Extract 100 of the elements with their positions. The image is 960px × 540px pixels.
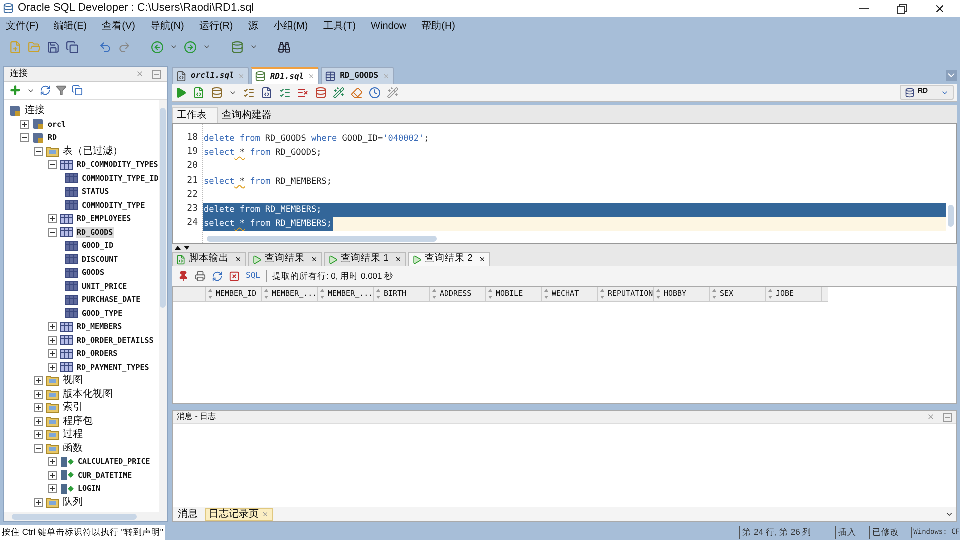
- expand-icon[interactable]: [34, 498, 43, 507]
- collapse-icon[interactable]: [48, 228, 57, 237]
- result-tab[interactable]: 查询结果: [248, 252, 322, 266]
- run-icon[interactable]: [175, 86, 187, 98]
- collapse-icon[interactable]: [34, 444, 43, 453]
- folder-icon: [46, 375, 59, 386]
- tree-item[interactable]: 过程: [62, 427, 84, 442]
- expand-icon[interactable]: [34, 376, 43, 386]
- clear-icon[interactable]: [351, 86, 363, 98]
- close-icon[interactable]: [927, 413, 935, 421]
- database-icon: [905, 88, 915, 98]
- menu-item[interactable]: 文件(F): [6, 19, 39, 34]
- scrollbar[interactable]: [159, 100, 167, 512]
- menu-item[interactable]: 工具(T): [323, 19, 356, 34]
- close-icon[interactable]: [136, 70, 144, 78]
- expand-icon[interactable]: [48, 322, 57, 332]
- tree-item[interactable]: 索引: [62, 400, 84, 416]
- sql-link[interactable]: SQL: [246, 270, 260, 282]
- menu-item[interactable]: 帮助(H): [422, 19, 456, 34]
- tree-item[interactable]: 程序包: [62, 414, 94, 429]
- panel-title: 连接: [10, 67, 28, 80]
- run-icon: [328, 254, 338, 264]
- expand-icon[interactable]: [48, 362, 57, 372]
- undo-icon[interactable]: [99, 40, 112, 54]
- refresh-icon[interactable]: [40, 85, 51, 96]
- collapse-icon[interactable]: [48, 160, 57, 170]
- minimize-icon[interactable]: [943, 412, 952, 422]
- sort-icon: [712, 289, 717, 299]
- expand-icon[interactable]: [34, 390, 43, 399]
- table-icon: [60, 214, 73, 224]
- close-icon: [311, 256, 318, 263]
- expand-icon[interactable]: [34, 403, 43, 412]
- folder-icon: [46, 146, 59, 157]
- collapse-icon[interactable]: [20, 133, 29, 142]
- table-icon: [65, 308, 78, 318]
- editor-tab[interactable]: orcl1.sql: [172, 67, 250, 84]
- tree-item[interactable]: 连接: [24, 103, 46, 118]
- result-tab[interactable]: 查询结果 1: [324, 252, 406, 266]
- menu-item[interactable]: 运行(R): [199, 19, 234, 34]
- save-all-icon[interactable]: [66, 40, 79, 54]
- menu-item[interactable]: 查看(V): [102, 19, 136, 34]
- line-number: 19: [186, 146, 199, 160]
- tree-item[interactable]: 视图: [62, 373, 84, 388]
- sort-icon: [320, 289, 325, 299]
- tab-list-icon[interactable]: [946, 70, 957, 81]
- tree-item[interactable]: 函数: [62, 440, 84, 456]
- table-icon: [325, 70, 336, 82]
- expand-icon[interactable]: [34, 430, 43, 440]
- tree-item[interactable]: 版本化视图: [62, 386, 114, 402]
- collapse-icon[interactable]: [34, 146, 43, 156]
- cursor-position: 第 24 行, 第 26 列: [738, 526, 835, 539]
- history-icon[interactable]: [369, 86, 381, 98]
- worksheet-tab[interactable]: 查询构建器: [218, 107, 276, 123]
- expand-icon[interactable]: [20, 120, 29, 129]
- sort-icon: [656, 289, 661, 299]
- expand-icon[interactable]: [48, 349, 57, 358]
- binoculars-icon[interactable]: [278, 40, 291, 54]
- pin-icon[interactable]: [178, 270, 189, 282]
- run-script-icon[interactable]: [193, 86, 205, 98]
- cancel-icon[interactable]: [229, 270, 240, 282]
- minimize-icon[interactable]: [152, 70, 161, 78]
- filter-icon[interactable]: [56, 85, 67, 96]
- editor-tab[interactable]: RD_GOODS: [321, 67, 394, 84]
- sort-icon: [432, 289, 437, 299]
- log-tab[interactable]: 日志记录页: [205, 508, 273, 520]
- editor-tab[interactable]: RD1.sql: [251, 67, 320, 84]
- result-tab[interactable]: 查询结果 2: [408, 252, 490, 266]
- tree-item[interactable]: 表（已过滤）: [62, 144, 124, 159]
- tree-item[interactable]: 队列: [62, 494, 84, 510]
- splitter-arrows-icon[interactable]: [175, 244, 191, 250]
- rollback-icon[interactable]: [297, 86, 309, 98]
- menu-item[interactable]: 导航(N): [150, 19, 184, 34]
- add-icon[interactable]: [9, 84, 22, 97]
- expand-icon[interactable]: [34, 416, 43, 426]
- line-number: 21: [186, 174, 199, 188]
- print-icon[interactable]: [195, 270, 206, 282]
- menu-item[interactable]: 源: [248, 19, 258, 34]
- expand-icon[interactable]: [48, 484, 57, 494]
- file-icon: [176, 70, 187, 82]
- table-icon: [60, 322, 73, 332]
- table-icon: [60, 227, 73, 238]
- expand-icon[interactable]: [48, 470, 57, 480]
- database-icon[interactable]: [231, 40, 244, 54]
- menu-item[interactable]: 编辑(E): [54, 19, 88, 34]
- scrollbar[interactable]: [4, 512, 167, 521]
- menu-item[interactable]: 小组(M): [273, 19, 308, 34]
- expand-icon[interactable]: [48, 214, 57, 224]
- menu-item[interactable]: Window: [371, 19, 407, 34]
- worksheet-tab[interactable]: 工作表: [172, 107, 218, 123]
- expand-icon[interactable]: [48, 457, 57, 466]
- table-icon: [65, 281, 78, 292]
- modified-status: 已修改: [868, 526, 911, 539]
- table-icon: [65, 268, 78, 278]
- code-editor[interactable]: 18 19 20 21 22 23 24 delete from RD_GOODS where GOOD_ID='040002'; select * from RD_GOODS; select * from RD_MEMBERS; delete from RD_MEMBERS; select * from RD_MEMBERS;: [172, 123, 957, 244]
- result-tab[interactable]: 脚本输出: [172, 252, 246, 266]
- log-tab[interactable]: 消息: [175, 508, 201, 520]
- refresh-icon[interactable]: [212, 270, 223, 282]
- save-icon[interactable]: [47, 40, 60, 54]
- sort-icon: [208, 289, 213, 299]
- expand-icon[interactable]: [48, 336, 57, 345]
